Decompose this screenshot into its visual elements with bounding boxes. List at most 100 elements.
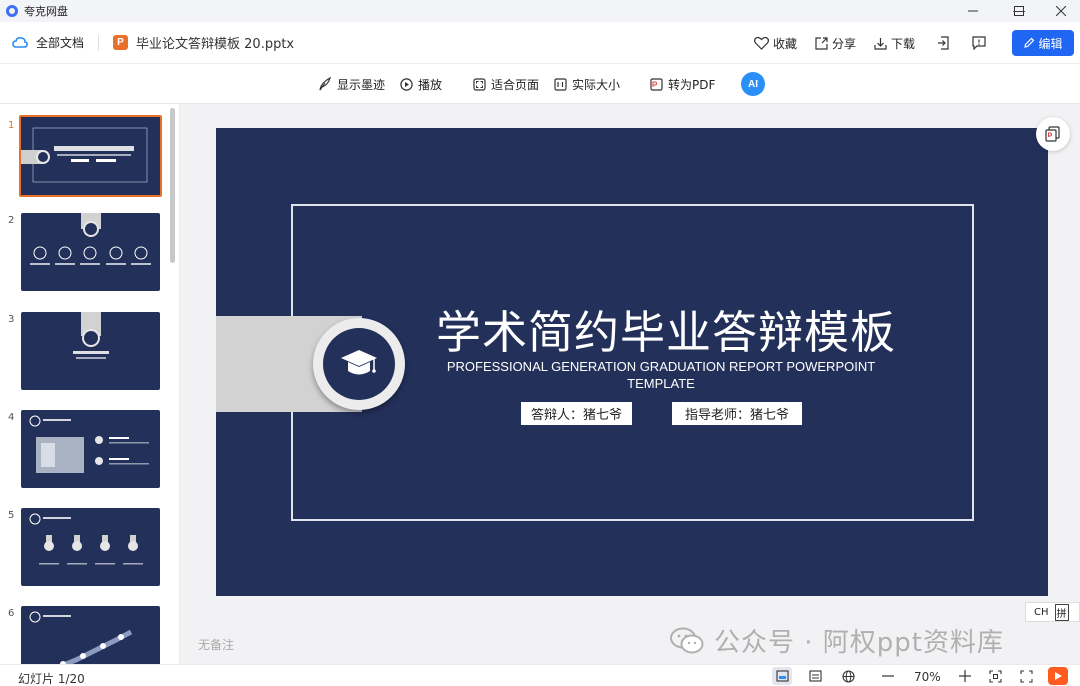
feedback-button[interactable] (972, 36, 986, 50)
zoom-in-button[interactable] (955, 667, 975, 685)
slide-title: 学术简约毕业答辩模板 (435, 306, 896, 359)
slide-thumbnail-4[interactable] (21, 410, 160, 488)
viewer-toolbar: 显示墨迹 播放 适合页面 实际大小 转为PDF AI (0, 64, 1080, 104)
document-convert-icon (1045, 126, 1060, 142)
play-label: 播放 (418, 77, 443, 92)
play-icon (400, 77, 413, 91)
maximize-icon (1014, 6, 1024, 16)
thumbnail-item[interactable]: 6 (0, 600, 176, 664)
pptx-file-icon: P (113, 35, 129, 50)
slide-thumbnail-3[interactable] (21, 312, 160, 390)
share-label: 分享 (831, 36, 856, 51)
ai-icon: AI (748, 78, 758, 90)
watermark: 公众号 · 阿权ppt资料库 (670, 622, 1004, 659)
fit-window-button[interactable] (985, 667, 1005, 685)
edit-label: 编辑 (1038, 36, 1063, 51)
presenter-box: 答辩人：猪七爷 (521, 402, 632, 425)
web-view-button[interactable] (838, 667, 858, 685)
graduation-badge (313, 318, 405, 410)
advisor-box: 指导老师：猪七爷 (672, 402, 802, 425)
globe-icon (841, 669, 855, 683)
all-documents-link[interactable]: 全部文档 (36, 34, 84, 51)
ime-indicator[interactable]: CH 拼 (1025, 602, 1080, 622)
download-button[interactable]: 下载 (874, 35, 915, 52)
maximize-button[interactable] (996, 0, 1042, 22)
app-title: 夸克网盘 (24, 5, 68, 18)
fit-page-button[interactable]: 适合页面 (473, 64, 539, 104)
thumbnail-item[interactable]: 4 (0, 404, 176, 488)
graduation-cap-icon (341, 350, 377, 375)
fullscreen-icon (1019, 669, 1033, 683)
divider (98, 34, 100, 51)
file-name: 毕业论文答辩模板 20.pptx (136, 37, 295, 52)
slide-thumbnail-6[interactable] (21, 606, 160, 664)
save-to-drive-button[interactable] (937, 36, 950, 50)
favorite-button[interactable]: 收藏 (753, 35, 797, 52)
fullscreen-button[interactable] (1016, 667, 1036, 685)
thumbnail-number: 3 (8, 314, 15, 325)
play-icon (1055, 672, 1062, 680)
slide-thumbnail-5[interactable] (21, 508, 160, 586)
edit-button[interactable]: 编辑 (1012, 30, 1074, 56)
actual-size-button[interactable]: 实际大小 (554, 64, 620, 104)
actual-size-label: 实际大小 (572, 77, 621, 92)
slideshow-button[interactable] (1048, 667, 1068, 685)
thumbnail-number: 5 (8, 510, 15, 521)
thumbnail-item[interactable]: 5 (0, 502, 176, 586)
show-ink-button[interactable]: 显示墨迹 (318, 64, 385, 104)
download-label: 下载 (890, 36, 915, 51)
watermark-text: 公众号 · 阿权ppt资料库 (714, 628, 1004, 658)
current-slide: 学术简约毕业答辩模板 PROFESSIONAL GENERATION GRADU… (216, 128, 1048, 596)
zoom-level: 70% (914, 670, 941, 684)
status-bar: 幻灯片 1/20 70% (0, 664, 1080, 686)
slide-viewer: 学术简约毕业答辩模板 PROFESSIONAL GENERATION GRADU… (180, 104, 1080, 664)
close-button[interactable] (1038, 0, 1080, 22)
document-header: 全部文档 P 毕业论文答辩模板 20.pptx 收藏 分享 下载 编辑 (0, 22, 1080, 64)
slide-thumbnail-1[interactable] (19, 115, 162, 197)
sidebar-scrollbar[interactable] (170, 108, 175, 263)
pencil-icon (1024, 37, 1035, 48)
convert-pdf-label: 转为PDF (668, 77, 716, 92)
thumbnail-number: 1 (8, 120, 15, 131)
thumbnail-item[interactable]: 3 (0, 306, 176, 390)
minimize-button[interactable] (950, 0, 996, 22)
minimize-icon (968, 10, 978, 12)
zoom-out-button[interactable] (878, 667, 898, 685)
minus-icon (882, 675, 894, 677)
wechat-icon (670, 627, 704, 653)
feather-pen-icon (319, 77, 331, 91)
title-bar: 夸克网盘 — (0, 0, 1080, 22)
feedback-icon (972, 36, 986, 50)
slide-counter: 幻灯片 1/20 (18, 672, 85, 686)
actual-size-icon (554, 77, 567, 91)
slide-thumbnail-2[interactable] (21, 213, 160, 291)
convert-pdf-button[interactable]: 转为PDF (650, 64, 715, 104)
thumbnail-item[interactable]: 2 (0, 207, 176, 291)
show-ink-label: 显示墨迹 (337, 77, 386, 92)
fit-window-icon (988, 669, 1002, 683)
play-button[interactable]: 播放 (400, 64, 442, 104)
ime-language: CH (1034, 606, 1049, 618)
normal-view-button[interactable] (772, 667, 792, 685)
thumbnail-number: 2 (8, 215, 15, 226)
favorite-label: 收藏 (772, 36, 797, 51)
share-button[interactable]: 分享 (815, 35, 856, 52)
floating-convert-button[interactable] (1036, 117, 1070, 151)
speaker-notes: 无备注 (198, 638, 235, 652)
slide-thumbnail-panel: 1 2 3 4 5 6 (0, 104, 180, 664)
share-icon (815, 36, 828, 50)
fit-page-icon (473, 77, 486, 91)
normal-view-icon (775, 670, 789, 682)
heart-icon (753, 36, 769, 50)
fit-page-label: 适合页面 (491, 77, 540, 92)
ime-mode: 拼 (1054, 603, 1069, 621)
ai-assistant-button[interactable]: AI (741, 72, 765, 96)
thumbnail-item[interactable]: 1 (0, 112, 176, 197)
pdf-convert-icon (650, 77, 663, 91)
cloud-icon (12, 36, 28, 48)
plus-icon (959, 670, 971, 682)
notes-view-button[interactable] (805, 667, 825, 685)
thumbnail-number: 6 (8, 608, 15, 619)
download-icon (874, 37, 887, 50)
notes-view-icon (808, 670, 822, 682)
